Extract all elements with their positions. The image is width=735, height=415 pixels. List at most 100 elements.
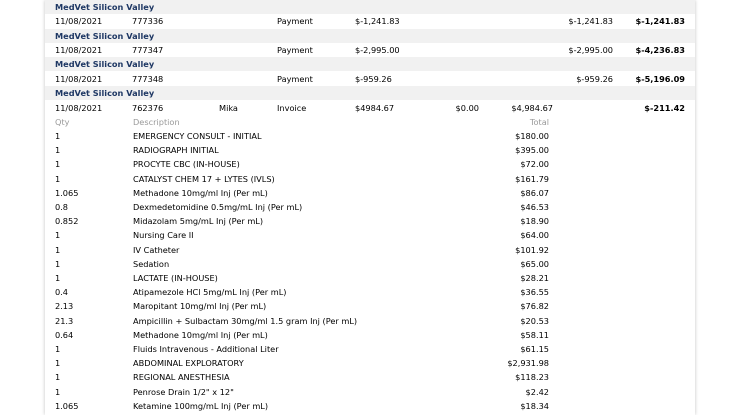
- line-item-total: $2.42: [525, 386, 549, 397]
- line-item-total: $86.07: [520, 187, 549, 198]
- line-item-qty: 1: [55, 258, 61, 269]
- transaction-number: 777336: [132, 16, 164, 26]
- transaction-date: 11/08/2021: [55, 45, 103, 55]
- line-item-row: 1 Fluids Intravenous - Additional Liter $6…: [45, 342, 695, 356]
- line-item-description: RADIOGRAPH INITIAL: [133, 145, 219, 156]
- vendor-header: MedVet Silicon Valley: [45, 29, 695, 43]
- line-item-row: 0.4 Atipamezole HCl 5mg/mL Inj (Per mL) $3…: [45, 285, 695, 299]
- line-item-description: EMERGENCY CONSULT - INITIAL: [133, 131, 262, 141]
- running-balance: $-1,241.83: [635, 16, 686, 26]
- line-item-row: 2.13 Maropitant 10mg/ml Inj (Per mL) $76.8…: [45, 299, 695, 313]
- invoice-amount: $4984.67: [355, 103, 395, 113]
- line-item-qty: 1: [55, 173, 61, 184]
- line-item-description: Maropitant 10mg/ml Inj (Per mL): [133, 301, 267, 312]
- line-item-total: $64.00: [520, 230, 549, 241]
- line-item-total: $18.90: [520, 216, 549, 227]
- total-column-header: Total: [529, 117, 549, 127]
- invoice-type: Invoice: [277, 103, 307, 113]
- line-item-total: $395.00: [515, 145, 549, 156]
- line-item-qty: 1: [55, 145, 61, 156]
- line-item-total: $20.53: [520, 315, 549, 326]
- invoice-total: $4,984.67: [511, 103, 553, 113]
- line-item-row: 0.64 Methadone 10mg/ml Inj (Per mL) $58.11: [45, 328, 695, 342]
- line-item-qty: 1: [55, 244, 61, 255]
- transaction-number: 777348: [132, 74, 164, 84]
- transaction-type: Payment: [277, 45, 313, 55]
- line-item-row: 1 RADIOGRAPH INITIAL $395.00: [45, 143, 695, 157]
- line-item-qty: 1: [55, 372, 61, 383]
- line-item-description: Dexmedetomidine 0.5mg/mL Inj (Per mL): [133, 202, 303, 212]
- line-item-qty: 2.13: [55, 301, 74, 312]
- line-item-row: 1 Penrose Drain 1/2" x 12" $2.42: [45, 385, 695, 399]
- line-item-total: $61.15: [520, 344, 549, 354]
- vendor-name: MedVet Silicon Valley: [55, 31, 155, 41]
- vendor-header: MedVet Silicon Valley: [45, 0, 695, 14]
- line-item-description: REGIONAL ANESTHESIA: [133, 372, 230, 383]
- line-item-description: Penrose Drain 1/2" x 12": [133, 386, 234, 397]
- line-item-row: 1 REGIONAL ANESTHESIA $118.23: [45, 370, 695, 384]
- description-column-header: Description: [133, 117, 180, 127]
- line-item-row: 0.852 Midazolam 5mg/mL Inj (Per mL) $18.90: [45, 214, 695, 228]
- transaction-applied: $-959.26: [576, 74, 613, 84]
- transaction-date: 11/08/2021: [55, 74, 103, 84]
- line-item-qty: 1.065: [55, 187, 79, 198]
- line-item-total: $36.55: [520, 287, 549, 298]
- line-item-description: Atipamezole HCl 5mg/mL Inj (Per mL): [133, 287, 287, 298]
- line-item-row: 1 IV Catheter $101.92: [45, 243, 695, 257]
- line-item-qty: 1: [55, 273, 61, 283]
- line-item-total: $101.92: [515, 244, 549, 255]
- line-item-row: 21.3 Ampicillin + Sulbactam 30mg/ml 1.5 g…: [45, 314, 695, 328]
- line-item-description: CATALYST CHEM 17 + LYTES (IVLS): [133, 173, 275, 184]
- line-item-qty: 1: [55, 159, 61, 170]
- line-item-row: 1 EMERGENCY CONSULT - INITIAL $180.00: [45, 129, 695, 143]
- line-item-description: LACTATE (IN-HOUSE): [133, 273, 218, 283]
- transaction-amount: $-959.26: [355, 74, 392, 84]
- line-item-description: Midazolam 5mg/mL Inj (Per mL): [133, 216, 264, 227]
- vendor-header: MedVet Silicon Valley: [45, 86, 695, 100]
- line-item-total: $65.00: [520, 258, 549, 269]
- line-item-description: Sedation: [133, 258, 170, 269]
- line-item-description: PROCYTE CBC (IN-HOUSE): [133, 159, 240, 170]
- line-item-qty: 0.64: [55, 329, 74, 340]
- line-item-description: Fluids Intravenous - Additional Liter: [133, 344, 279, 354]
- line-item-total: $72.00: [520, 159, 549, 170]
- line-item-row: 1 PROCYTE CBC (IN-HOUSE) $72.00: [45, 157, 695, 171]
- patient-name: Mika: [219, 103, 238, 113]
- invoice-number: 762376: [132, 103, 164, 113]
- line-item-total: $76.82: [520, 301, 549, 312]
- line-item-description: ABDOMINAL EXPLORATORY: [133, 358, 244, 369]
- line-item-total: $28.21: [520, 273, 549, 283]
- vendor-name: MedVet Silicon Valley: [55, 2, 155, 12]
- line-item-row: 1.065 Methadone 10mg/ml Inj (Per mL) $86.0…: [45, 186, 695, 200]
- transaction-amount: $-1,241.83: [355, 16, 400, 26]
- line-item-total: $180.00: [515, 131, 549, 141]
- transaction-number: 777347: [132, 45, 164, 55]
- line-item-qty: 0.4: [55, 287, 69, 298]
- line-item-total: $161.79: [515, 173, 549, 184]
- vendor-name: MedVet Silicon Valley: [55, 88, 155, 98]
- line-item-row: 0.8 Dexmedetomidine 0.5mg/mL Inj (Per mL)…: [45, 200, 695, 214]
- line-item-total: $58.11: [520, 329, 549, 340]
- transaction-row: 11/08/2021 777336 Payment $-1,241.83 $-1…: [45, 14, 695, 28]
- line-item-qty: 1.065: [55, 400, 79, 411]
- line-item-row: 1.065 Ketamine 100mg/mL Inj (Per mL) $18.3…: [45, 399, 695, 413]
- line-item-description: Methadone 10mg/ml Inj (Per mL): [133, 187, 268, 198]
- line-item-row: 1 Sedation $65.00: [45, 257, 695, 271]
- transaction-date: 11/08/2021: [55, 16, 103, 26]
- line-item-qty: 0.8: [55, 202, 69, 212]
- running-balance: $-5,196.09: [635, 74, 686, 84]
- vendor-header: MedVet Silicon Valley: [45, 57, 695, 71]
- qty-column-header: Qty: [55, 117, 70, 127]
- transaction-type: Payment: [277, 74, 313, 84]
- running-balance: $-211.42: [644, 103, 685, 113]
- transaction-type: Payment: [277, 16, 313, 26]
- line-item-row: 1 ABDOMINAL EXPLORATORY $2,931.98: [45, 356, 695, 370]
- line-item-total: $18.34: [520, 400, 549, 411]
- line-item-qty: 1: [55, 131, 61, 141]
- vendor-name: MedVet Silicon Valley: [55, 59, 155, 69]
- line-item-qty: 1: [55, 344, 61, 354]
- line-item-row: 1 CATALYST CHEM 17 + LYTES (IVLS) $161.79: [45, 172, 695, 186]
- line-item-description: Ketamine 100mg/mL Inj (Per mL): [133, 400, 269, 411]
- line-item-description: Methadone 10mg/ml Inj (Per mL): [133, 329, 268, 340]
- transaction-row: 11/08/2021 777348 Payment $-959.26 $-959…: [45, 72, 695, 86]
